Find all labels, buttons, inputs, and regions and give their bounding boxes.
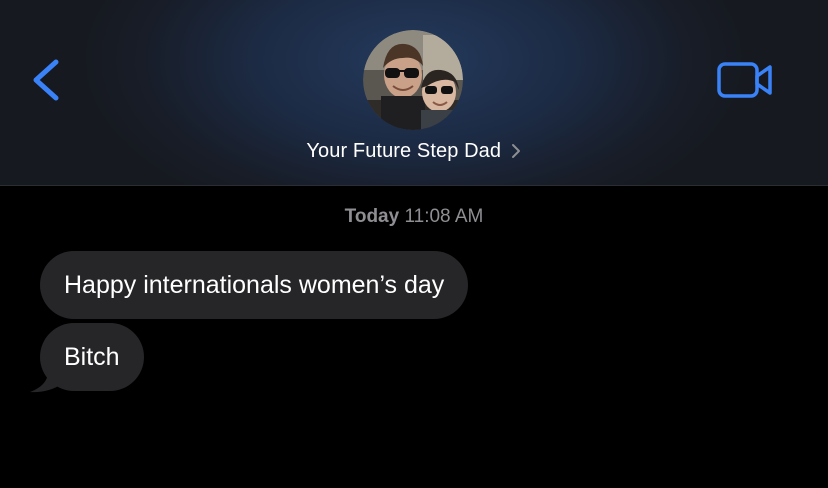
contact-name-button[interactable]: Your Future Step Dad — [0, 140, 828, 163]
message-text: Happy internationals women’s day — [64, 271, 445, 299]
message-timestamp: Today 11:08 AM — [0, 206, 828, 228]
message-text: Bitch — [64, 343, 120, 371]
avatar-photo — [363, 30, 463, 130]
back-button[interactable] — [26, 52, 66, 108]
timestamp-day: Today — [344, 206, 400, 227]
chevron-right-icon — [511, 144, 520, 159]
facetime-video-button[interactable] — [716, 60, 776, 102]
incoming-message-bubble[interactable]: Bitch — [40, 323, 144, 391]
contact-name: Your Future Step Dad — [306, 140, 502, 162]
contact-avatar[interactable] — [363, 30, 463, 130]
incoming-message-bubble[interactable]: Happy internationals women’s day — [40, 251, 469, 319]
chevron-left-icon — [33, 59, 59, 101]
timestamp-time: 11:08 AM — [404, 206, 484, 227]
video-camera-icon — [717, 62, 772, 98]
messages-screen: Your Future Step Dad Today 11:08 AM Happ… — [0, 0, 828, 488]
conversation-header: Your Future Step Dad — [0, 0, 828, 186]
